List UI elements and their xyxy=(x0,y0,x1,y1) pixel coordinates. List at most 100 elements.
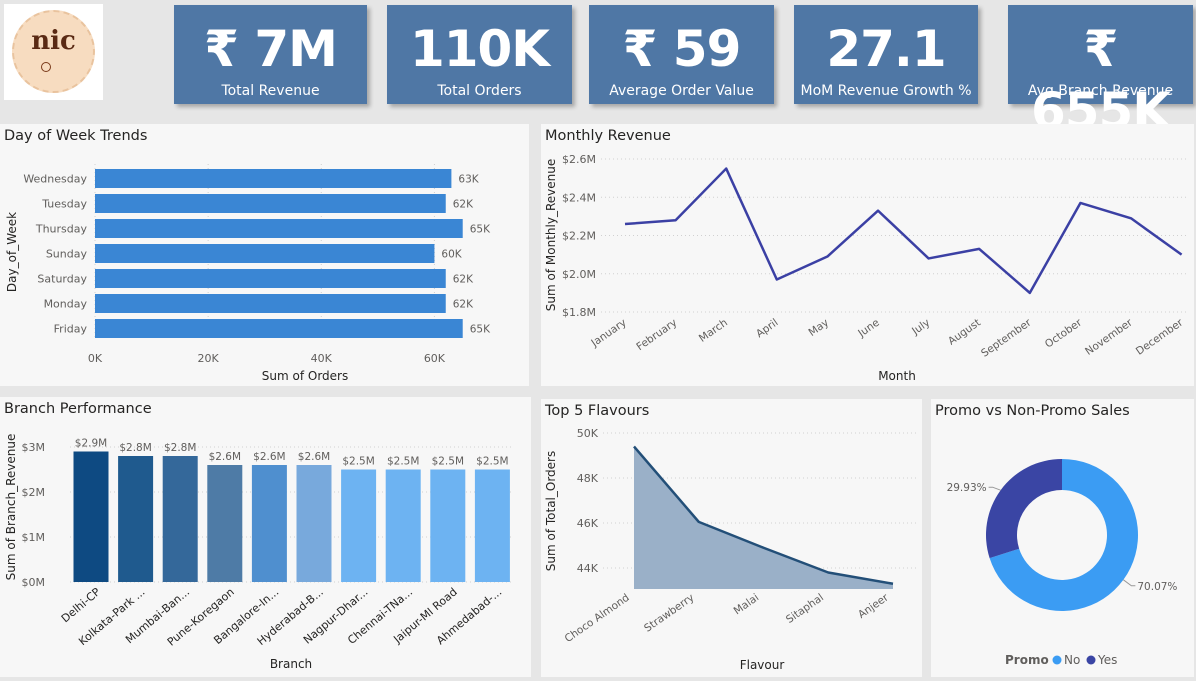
x-tick-label: December xyxy=(1134,316,1186,357)
x-tick-label: 40K xyxy=(311,352,333,365)
y-axis-title: Day_of_Week xyxy=(5,212,19,292)
y-axis-title: Sum of Total_Orders xyxy=(544,451,558,572)
x-tick-label: May xyxy=(806,317,831,339)
x-tick-label: Delhi-CP xyxy=(59,585,103,625)
x-tick-label: 60K xyxy=(424,352,446,365)
promo-panel[interactable]: Promo vs Non-Promo Sales 70.07% 29.93% Pro… xyxy=(931,399,1194,677)
kpi-value: 110K xyxy=(409,20,550,78)
data-label: 62K xyxy=(453,299,474,311)
x-axis-title: Flavour xyxy=(740,658,785,672)
x-tick-label: August xyxy=(946,317,983,348)
x-axis-title: Month xyxy=(878,369,916,383)
bar xyxy=(95,169,452,188)
kpi-card-average-order-value[interactable]: ₹ 59 Average Order Value xyxy=(589,5,774,104)
kpi-label: Total Orders xyxy=(437,83,522,99)
legend-label: Yes xyxy=(1097,653,1117,667)
kpi-label: Avg Branch Revenue xyxy=(1027,83,1174,99)
x-tick-label: 20K xyxy=(198,352,220,365)
y-tick-label: $2.4M xyxy=(562,191,596,204)
kpi-card-avg-branch-revenue[interactable]: ₹ 655K Avg Branch Revenue xyxy=(1008,5,1193,140)
y-tick-label: Thursday xyxy=(35,223,88,236)
y-axis-title: Sum of Branch_Revenue xyxy=(4,434,18,581)
data-label: $2.5M xyxy=(476,456,508,468)
x-tick-label: January xyxy=(588,317,628,350)
x-tick-label: Malai xyxy=(732,592,762,618)
y-tick-label: 44K xyxy=(577,562,599,575)
data-label: $2.9M xyxy=(75,438,107,450)
data-label: 62K xyxy=(453,199,474,211)
kpi-card-mom-growth[interactable]: 27.1 MoM Revenue Growth % xyxy=(794,5,978,104)
data-label: 29.93% xyxy=(947,482,987,494)
bar xyxy=(207,465,243,582)
promo-donut-chart[interactable]: 70.07% 29.93% Promo No Yes xyxy=(931,399,1194,677)
kpi-value: ₹ 7M xyxy=(204,20,338,78)
kpi-value: ₹ 59 xyxy=(622,20,742,78)
x-tick-label: February xyxy=(634,317,679,354)
logo-tree-icon xyxy=(41,62,51,72)
monthly-revenue-chart[interactable]: $2.6M $2.4M $2.2M $2.0M $1.8MJanuary February… xyxy=(541,124,1194,386)
kpi-card-total-revenue[interactable]: ₹ 7M Total Revenue xyxy=(174,5,367,104)
top-flavours-panel[interactable]: Top 5 Flavours 50K 48K 46K 44K Choco Almond S… xyxy=(541,399,922,677)
data-label: $2.5M xyxy=(432,456,464,468)
bar xyxy=(73,451,109,582)
legend-marker xyxy=(1052,655,1062,665)
bar xyxy=(118,456,154,582)
data-label: $2.6M xyxy=(253,451,285,463)
data-label: $2.5M xyxy=(387,456,419,468)
bar xyxy=(251,465,287,582)
y-tick-label: $1.8M xyxy=(562,306,596,319)
kpi-label: Average Order Value xyxy=(609,83,754,99)
data-label: 60K xyxy=(441,249,462,261)
x-tick-label: Choco Almond xyxy=(563,592,632,645)
bar xyxy=(95,219,463,238)
day-of-week-panel[interactable]: Day of Week Trends 0K 20K 40K 60K Wednesday 6… xyxy=(0,124,529,386)
area-fill xyxy=(634,446,893,589)
data-label: 65K xyxy=(470,324,491,336)
y-tick-label: $2M xyxy=(22,486,46,499)
y-tick-label: Saturday xyxy=(37,273,87,286)
kpi-label: MoM Revenue Growth % xyxy=(800,83,972,99)
brand-logo: nic xyxy=(4,4,103,100)
day-of-week-chart[interactable]: 0K 20K 40K 60K Wednesday 63K Tuesday 62K Thursda… xyxy=(0,124,529,386)
bar xyxy=(162,456,198,582)
x-tick-label: April xyxy=(754,317,781,341)
leader-line xyxy=(1123,579,1136,587)
x-tick-label: June xyxy=(855,317,881,341)
legend-label: No xyxy=(1064,653,1080,667)
bar xyxy=(341,469,377,582)
x-tick-label: July xyxy=(909,317,932,338)
y-tick-label: $3M xyxy=(22,441,46,454)
kpi-value: 27.1 xyxy=(826,20,946,78)
data-label: $2.5M xyxy=(342,456,374,468)
y-tick-label: Monday xyxy=(44,298,88,311)
bar xyxy=(474,469,510,582)
branch-performance-panel[interactable]: Branch Performance $3M $2M $1M $0M $2.9M Delh… xyxy=(0,397,531,677)
y-tick-label: Tuesday xyxy=(41,198,87,211)
x-tick-label: November xyxy=(1083,316,1135,358)
y-tick-label: Friday xyxy=(54,323,88,336)
bar xyxy=(95,294,446,313)
y-tick-label: Wednesday xyxy=(23,173,87,186)
y-axis-title: Sum of Monthly_Revenue xyxy=(544,159,558,311)
bar xyxy=(95,194,446,213)
data-label: $2.6M xyxy=(209,451,241,463)
donut-slice xyxy=(986,459,1062,559)
logo-text: nic xyxy=(31,26,76,56)
x-tick-label: Anjeer xyxy=(856,591,891,621)
x-tick-label: 0K xyxy=(88,352,103,365)
y-tick-label: $2.6M xyxy=(562,153,596,166)
kpi-label: Total Revenue xyxy=(221,83,320,99)
data-label: $2.8M xyxy=(119,442,151,454)
x-tick-label: Strawberry xyxy=(642,592,696,635)
data-label: 63K xyxy=(458,174,479,186)
kpi-card-total-orders[interactable]: 110K Total Orders xyxy=(387,5,572,104)
y-tick-label: $2.2M xyxy=(562,230,596,243)
x-axis-title: Sum of Orders xyxy=(262,369,348,383)
y-tick-label: 48K xyxy=(577,472,599,485)
top-flavours-chart[interactable]: 50K 48K 46K 44K Choco Almond Strawberry Malai S… xyxy=(541,399,922,677)
monthly-revenue-panel[interactable]: Monthly Revenue $2.6M $2.4M $2.2M $2.0M $1.8… xyxy=(541,124,1194,386)
x-tick-label: Sitaphal xyxy=(784,592,826,626)
x-axis-title: Branch xyxy=(270,657,312,671)
branch-performance-chart[interactable]: $3M$2M$1M$0M$2.9MDelhi-CP$2.8MKolkata-Pa… xyxy=(0,397,531,677)
y-tick-label: Sunday xyxy=(46,248,88,261)
